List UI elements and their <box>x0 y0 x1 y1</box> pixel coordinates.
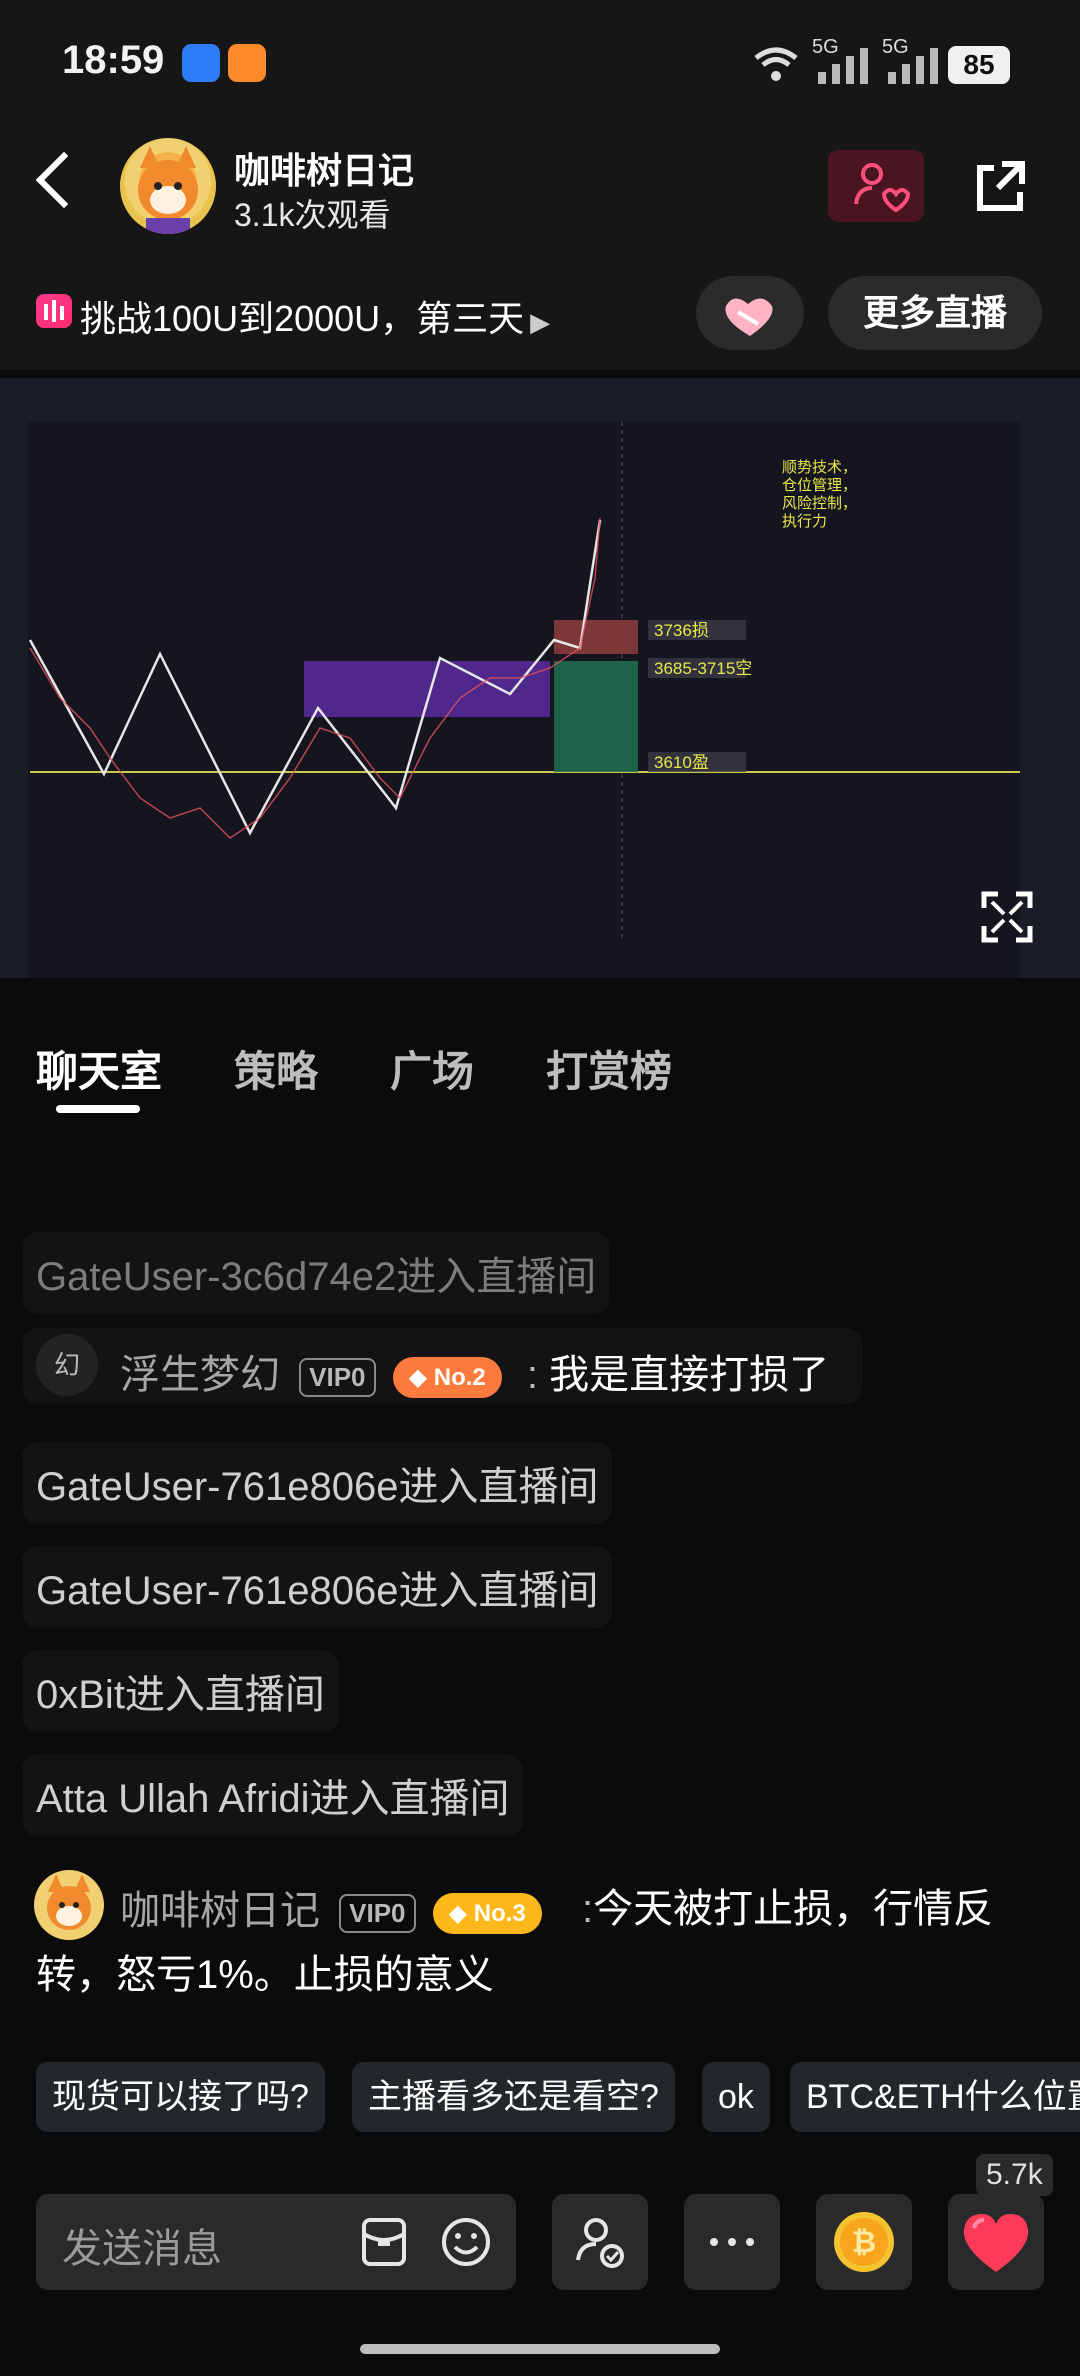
chat-text: :今天被打止损，行情反转，怒亏1%。止损的意义 <box>36 1887 994 1997</box>
red-packet-icon[interactable] <box>360 2216 408 2273</box>
chart-target-label: 3610盈 <box>654 753 709 772</box>
chart-stop-label: 3736损 <box>654 621 709 640</box>
vip-badge: VIP0 <box>299 1357 376 1397</box>
message-placeholder: 发送消息 <box>62 2227 222 2271</box>
like-pill[interactable] <box>696 276 804 350</box>
quick-reply-chip[interactable]: BTC&ETH什么位置 <box>790 2062 1080 2132</box>
chat-system-message: GateUser-761e806e进入直播间 <box>22 1442 613 1524</box>
signal-icon-2 <box>882 48 942 89</box>
tab-active-indicator <box>56 1105 140 1113</box>
chat-system-message: GateUser-761e806e进入直播间 <box>22 1546 613 1628</box>
live-title[interactable]: 挑战100U到2000U，第三天 ▶ <box>80 290 550 342</box>
tab-square[interactable]: 广场 <box>390 1038 474 1099</box>
like-heart-button[interactable] <box>948 2194 1044 2290</box>
chat-system-message: 0xBit进入直播间 <box>22 1650 339 1732</box>
live-chart-stream[interactable]: 顺势技术， 仓位管理， 风险控制， 执行力 3736损 3685-3715空 3… <box>0 378 1080 978</box>
battery-indicator: 85 <box>948 46 1010 84</box>
live-bars-icon <box>36 294 72 328</box>
like-count: 5.7k <box>976 2154 1053 2196</box>
tab-chatroom[interactable]: 聊天室 <box>36 1038 162 1099</box>
emoji-icon[interactable] <box>440 2216 492 2273</box>
svg-text:₿: ₿ <box>852 2226 876 2259</box>
bitcoin-gift-button[interactable]: ₿ <box>816 2194 912 2290</box>
play-triangle-icon: ▶ <box>530 307 551 337</box>
rank-badge: ◆ No.2 <box>392 1356 502 1398</box>
chart-annotation-2: 仓位管理， <box>782 477 857 494</box>
chat-message: 幻 浮生梦幻 VIP0 ◆ No.2 : 我是直接打损了 <box>22 1328 862 1404</box>
chat-system-message: GateUser-3c6d74e2进入直播间 <box>22 1232 611 1314</box>
chat-username[interactable]: 浮生梦幻 <box>120 1353 280 1397</box>
chart-annotation-4: 执行力 <box>782 513 827 530</box>
chat-user-avatar[interactable]: 幻 <box>36 1334 98 1396</box>
chat-text: 我是直接打损了 <box>549 1353 830 1397</box>
more-live-button[interactable]: 更多直播 <box>828 276 1042 350</box>
home-indicator[interactable] <box>360 2344 720 2354</box>
signal-icon <box>812 48 872 89</box>
quick-reply-chip[interactable]: ok <box>702 2062 770 2132</box>
tab-reward-ranking[interactable]: 打赏榜 <box>546 1038 672 1099</box>
host-avatar[interactable] <box>120 138 216 234</box>
chart-annotation-1: 顺势技术， <box>782 459 857 476</box>
share-icon[interactable] <box>972 158 1028 214</box>
host-name[interactable]: 咖啡树日记 <box>234 142 414 194</box>
more-options-button[interactable] <box>684 2194 780 2290</box>
quick-reply-chip[interactable]: 主播看多还是看空? <box>352 2062 675 2132</box>
chat-system-message: Atta Ullah Afridi进入直播间 <box>22 1754 524 1836</box>
quick-reply-chip[interactable]: 现货可以接了吗? <box>36 2062 325 2132</box>
app-notification-icon-2 <box>228 44 266 82</box>
view-count: 3.1k次观看 <box>234 197 391 233</box>
app-notification-icon <box>182 44 220 82</box>
follow-button[interactable] <box>828 150 924 222</box>
status-time: 18:59 <box>62 38 165 82</box>
chart-entry-label: 3685-3715空 <box>654 659 752 678</box>
tab-strategy[interactable]: 策略 <box>234 1038 318 1099</box>
user-manage-button[interactable] <box>552 2194 648 2290</box>
chart-annotation-3: 风险控制， <box>782 495 857 512</box>
fullscreen-icon[interactable] <box>980 890 1034 949</box>
wifi-icon <box>752 44 800 92</box>
